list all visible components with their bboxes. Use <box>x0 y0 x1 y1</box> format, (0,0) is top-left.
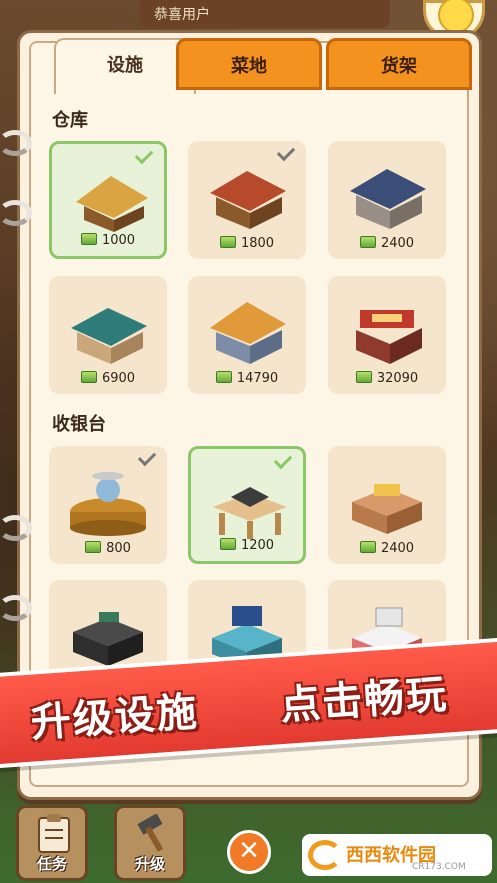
cashier-item[interactable]: 1200 <box>188 446 306 564</box>
scale-on-stump-icon <box>70 472 146 536</box>
warehouse-item[interactable]: 32090 <box>328 276 446 394</box>
price-label: 1200 <box>240 538 275 553</box>
scale-on-table-icon <box>213 487 287 539</box>
cashier-item[interactable]: 800 <box>49 446 167 564</box>
shop-building-icon <box>356 310 422 364</box>
watermark: 西西软件园 CR173.COM <box>302 834 492 876</box>
clipboard-icon <box>38 814 70 853</box>
banner-text: 恭喜用户 <box>154 7 210 23</box>
price-label: 1800 <box>240 236 275 251</box>
watermark-logo-icon <box>308 840 342 870</box>
price-label: 14790 <box>236 371 279 386</box>
thatched-hut-icon <box>76 176 148 232</box>
warehouse-item[interactable]: 1000 <box>49 141 167 259</box>
stone-house-icon <box>350 169 426 229</box>
cash-icon <box>80 233 97 245</box>
close-button[interactable]: ✕ <box>227 830 271 874</box>
price-label: 2400 <box>380 541 415 556</box>
smiley-face-icon <box>438 0 474 33</box>
cash-icon <box>215 371 232 383</box>
section-title-cashier: 收银台 <box>52 414 106 435</box>
cash-icon <box>85 541 102 553</box>
price-label: 800 <box>106 541 131 556</box>
watermark-url: CR173.COM <box>412 862 466 872</box>
hammer-icon <box>137 814 164 852</box>
top-banner: 恭喜用户 <box>140 0 390 28</box>
tab-bar: 设施 菜地 货架 <box>54 38 474 94</box>
counter-icon <box>352 484 422 534</box>
price-label: 1000 <box>101 233 136 248</box>
promo-upgrade-text: 升级设施 <box>29 689 201 747</box>
cashier-item[interactable]: 2400 <box>328 446 446 564</box>
cash-icon <box>219 236 236 248</box>
task-button[interactable]: 任务 <box>16 805 88 881</box>
green-roof-house-icon <box>71 308 147 364</box>
cash-icon <box>355 371 372 383</box>
warehouse-item[interactable]: 1800 <box>188 141 306 259</box>
tab-vegetable-field[interactable]: 菜地 <box>176 38 322 90</box>
dark-register-icon <box>73 612 143 666</box>
price-label: 6900 <box>101 371 136 386</box>
price-label: 32090 <box>376 371 419 386</box>
tab-facilities[interactable]: 设施 <box>54 38 196 94</box>
tab-shelves[interactable]: 货架 <box>326 38 472 90</box>
villa-icon <box>210 302 286 364</box>
warehouse-item[interactable]: 14790 <box>188 276 306 394</box>
warehouse-item[interactable]: 6900 <box>49 276 167 394</box>
upgrade-button[interactable]: 升级 <box>114 805 186 881</box>
upgrade-label: 升级 <box>134 855 165 873</box>
warehouse-item[interactable]: 2400 <box>328 141 446 259</box>
wooden-house-icon <box>210 171 286 229</box>
cash-icon <box>359 236 376 248</box>
task-label: 任务 <box>36 855 67 873</box>
price-label: 2400 <box>380 236 415 251</box>
cash-icon <box>359 541 376 553</box>
cash-icon <box>80 371 97 383</box>
promo-play-text: 点击畅玩 <box>278 671 450 730</box>
cash-icon <box>219 538 236 550</box>
section-title-warehouse: 仓库 <box>52 110 88 131</box>
